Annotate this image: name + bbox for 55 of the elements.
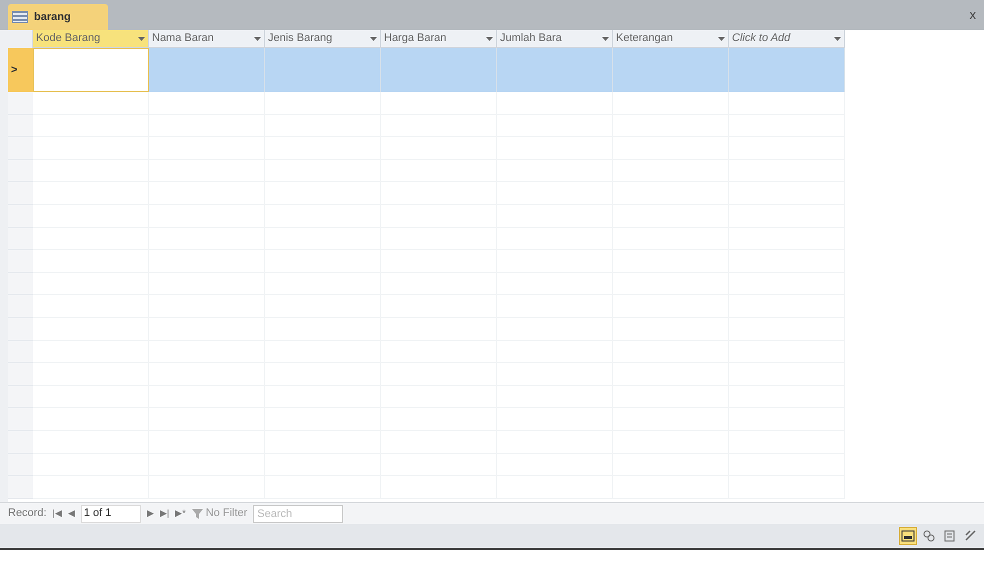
- first-record-button[interactable]: |◀: [52, 506, 62, 520]
- table-cell[interactable]: [613, 48, 729, 92]
- select-all-corner[interactable]: [8, 30, 33, 48]
- table-cell[interactable]: [497, 48, 613, 92]
- record-selector[interactable]: [8, 250, 33, 273]
- close-button[interactable]: x: [968, 5, 978, 25]
- record-selector[interactable]: [8, 114, 33, 138]
- record-position-field[interactable]: 1 of 1: [80, 504, 141, 522]
- funnel-icon: [192, 508, 203, 518]
- column-header[interactable]: Nama Baran: [149, 30, 265, 48]
- table-cell[interactable]: [729, 48, 845, 92]
- record-label: Record:: [8, 506, 47, 522]
- dropdown-arrow-icon[interactable]: [138, 36, 145, 40]
- dropdown-arrow-icon[interactable]: [834, 36, 841, 40]
- column-header[interactable]: Jumlah Bara: [497, 30, 613, 48]
- table-cell[interactable]: [33, 48, 149, 92]
- next-record-button[interactable]: ▶: [146, 506, 154, 520]
- record-selector[interactable]: [8, 408, 33, 431]
- dropdown-arrow-icon[interactable]: [718, 36, 725, 40]
- table-cell[interactable]: [265, 48, 381, 92]
- record-selector[interactable]: [8, 160, 33, 182]
- search-field[interactable]: Search: [253, 504, 344, 522]
- table-icon: [12, 11, 28, 23]
- table-cell[interactable]: [149, 48, 265, 92]
- dropdown-arrow-icon[interactable]: [486, 36, 493, 40]
- record-selector[interactable]: [8, 204, 33, 228]
- record-selector[interactable]: [8, 295, 33, 318]
- column-header[interactable]: Click to Add: [729, 30, 845, 48]
- table-tab[interactable]: barang: [8, 4, 108, 30]
- record-selector[interactable]: >: [8, 48, 33, 92]
- dropdown-arrow-icon[interactable]: [602, 36, 609, 40]
- column-header[interactable]: Harga Baran: [381, 30, 497, 48]
- record-selector[interactable]: [8, 363, 33, 386]
- record-selector[interactable]: [8, 386, 33, 408]
- record-selector[interactable]: [8, 430, 33, 454]
- record-selector[interactable]: [8, 476, 33, 499]
- last-record-button[interactable]: ▶|: [160, 506, 170, 520]
- record-selector[interactable]: [8, 228, 33, 250]
- record-selector[interactable]: [8, 92, 33, 115]
- new-record-button[interactable]: ▶*: [175, 506, 186, 520]
- dropdown-arrow-icon[interactable]: [370, 36, 377, 40]
- dropdown-arrow-icon[interactable]: [254, 36, 261, 40]
- previous-record-button[interactable]: ◀: [68, 506, 75, 520]
- datasheet-view-icon[interactable]: [899, 527, 917, 545]
- record-selector[interactable]: [8, 318, 33, 341]
- column-header[interactable]: Kode Barang: [33, 30, 149, 48]
- record-selector[interactable]: [8, 340, 33, 364]
- record-selector[interactable]: [8, 137, 33, 160]
- record-selector[interactable]: [8, 182, 33, 205]
- record-selector[interactable]: [8, 454, 33, 476]
- column-header[interactable]: Jenis Barang: [265, 30, 381, 48]
- column-header[interactable]: Keterangan: [613, 30, 729, 48]
- filter-button[interactable]: No Filter: [192, 505, 248, 522]
- record-selector[interactable]: [8, 272, 33, 296]
- table-cell[interactable]: [381, 48, 497, 92]
